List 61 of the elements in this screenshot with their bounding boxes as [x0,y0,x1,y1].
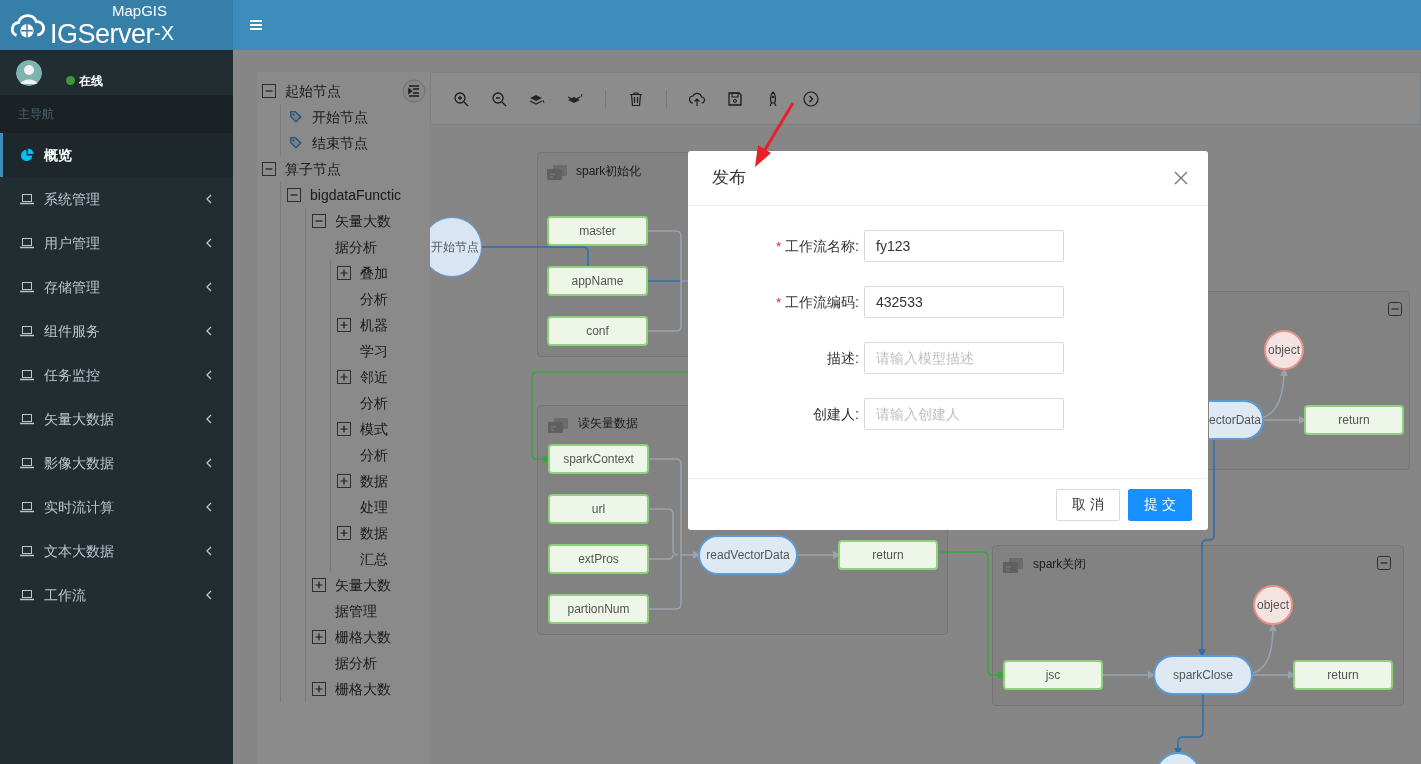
sidebar-item[interactable]: 存储管理 [0,265,233,309]
sidebar-item[interactable]: 组件服务 [0,309,233,353]
input-node[interactable]: sparkContext [548,444,649,474]
tree-node[interactable]: 栅格大数据分析 [335,624,393,676]
brand-name: IGServer [50,20,155,48]
field-label: 工作流名称: [785,238,859,254]
input-field[interactable]: 请输入模型描述 [864,342,1064,374]
sidebar-item[interactable]: 影像大数据 [0,441,233,485]
output-node[interactable]: return [1293,660,1393,690]
brand-caption: MapGIS [112,2,169,18]
sidebar-item[interactable]: 系统管理 [0,177,233,221]
nav-header: 主导航 [0,95,233,133]
tree-node[interactable]: 算子节点 [285,156,341,182]
tree-node[interactable]: 矢量大数据分析 [335,208,393,260]
group-title: spark关闭 [1033,557,1087,571]
group-title: spark初始化 [576,164,642,178]
tree-node[interactable]: 栅格大数 [335,676,391,702]
cancel-button[interactable]: 取 消 [1056,488,1120,521]
tree-node[interactable]: bigdataFunctic [310,182,402,208]
sidebar-item[interactable]: 实时流计算 [0,485,233,529]
field-label: 工作流编码: [785,294,859,310]
brand-suffix: -X [154,20,175,46]
tree-node[interactable]: 叠加分析 [360,260,390,312]
function-node[interactable]: sparkClose [1153,655,1253,695]
tree-node[interactable]: 起始节点 [285,78,341,104]
function-node[interactable]: readVectorData [698,535,798,575]
start-node[interactable]: 开始节点 [430,217,482,277]
tree-node[interactable]: 机器学习 [360,312,390,364]
function-node[interactable]: ectorData [1209,400,1264,440]
input-node[interactable]: partionNum [548,594,649,624]
sidebar-item[interactable]: 概览 [0,133,233,177]
output-node[interactable]: return [838,540,938,570]
sidebar-item[interactable]: 矢量大数据 [0,397,233,441]
output-node[interactable]: return [1304,405,1404,435]
input-node[interactable]: url [548,494,649,524]
tree-node[interactable]: 模式分析 [360,416,390,468]
tree-node[interactable]: 矢量大数据管理 [335,572,393,624]
input-field[interactable]: fy123 [864,230,1064,262]
field-label: 创建人: [813,406,859,422]
input-node[interactable]: appName [547,266,648,296]
sidebar-item[interactable]: 工作流 [0,573,233,617]
sidebar-item[interactable]: 任务监控 [0,353,233,397]
group-title: 读矢量数据 [578,416,638,430]
tree-node[interactable]: 数据汇总 [360,520,390,572]
tree-node[interactable]: 数据处理 [360,468,390,520]
required-mark: * [776,295,782,310]
dialog-title: 发布 [712,167,746,190]
sidebar-item[interactable]: 文本大数据 [0,529,233,573]
field-label: 描述: [827,350,859,366]
status-text: 在线 [79,72,103,90]
input-node[interactable]: jsc [1003,660,1103,690]
sidebar-item[interactable]: 用户管理 [0,221,233,265]
required-mark: * [776,239,782,254]
input-node[interactable]: extPros [548,544,649,574]
input-field[interactable]: 请输入创建人 [864,398,1064,430]
tree-node[interactable]: 开始节点 [312,104,368,130]
tree-node[interactable]: 结束节点 [312,130,368,156]
input-field[interactable]: 432533 [864,286,1064,318]
input-node[interactable]: master [547,216,648,246]
tree-node[interactable]: 邻近分析 [360,364,390,416]
input-node[interactable]: conf [547,316,648,346]
